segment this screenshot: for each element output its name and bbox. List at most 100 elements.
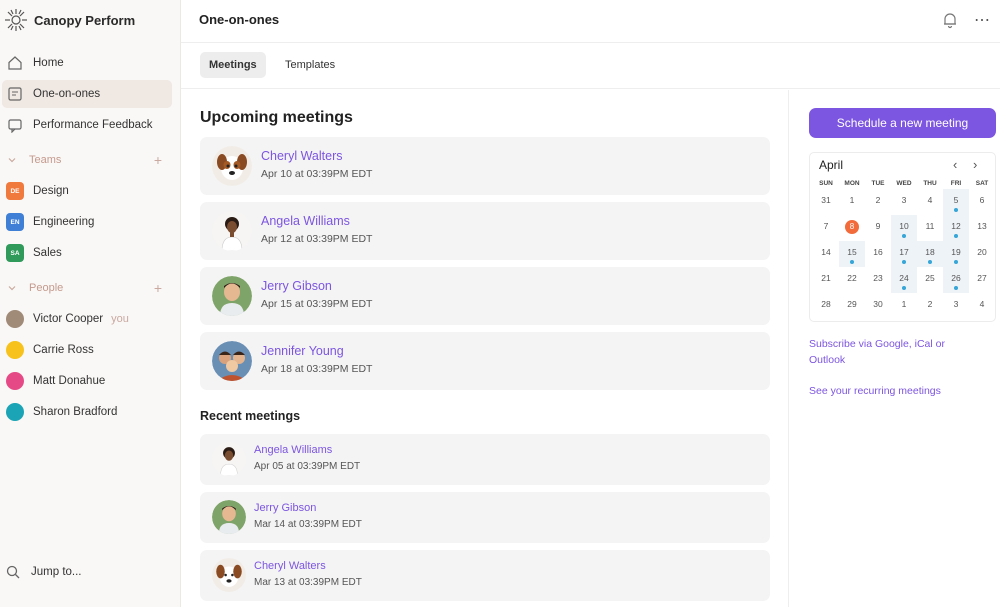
meeting-indicator-dot [928,260,932,264]
calendar-day[interactable]: 1 [891,293,917,319]
calendar-day[interactable]: 12 [943,215,969,241]
calendar-day[interactable]: 13 [969,215,995,241]
canopy-logo-icon [5,9,27,31]
calendar-day[interactable]: 22 [839,267,865,293]
calendar-day[interactable]: 3 [891,189,917,215]
meeting-indicator-dot [954,234,958,238]
calendar-day[interactable]: 30 [865,293,891,319]
jump-to-button[interactable]: Jump to... [4,560,82,584]
tab-templates[interactable]: Templates [276,52,344,78]
meeting-card[interactable]: Angela Williams Apr 12 at 03:39PM EDT [200,202,770,260]
sidebar-item-team-design[interactable]: DE Design [2,177,172,205]
calendar-day[interactable]: 29 [839,293,865,319]
calendar-day[interactable]: 3 [943,293,969,319]
calendar-day[interactable]: 18 [917,241,943,267]
team-badge: DE [6,182,24,200]
calendar-day[interactable]: 23 [865,267,891,293]
sidebar-item-team-engineering[interactable]: EN Engineering [2,208,172,236]
avatar [6,403,24,421]
brand[interactable]: Canopy Perform [4,8,135,32]
calendar-day[interactable]: 20 [969,241,995,267]
sidebar-item-home[interactable]: Home [2,49,172,77]
meeting-person-name[interactable]: Jerry Gibson [254,502,316,514]
calendar-day[interactable]: 11 [917,215,943,241]
avatar [212,341,252,381]
jump-to-label: Jump to... [31,566,82,578]
sidebar-item-person[interactable]: Sharon Bradford [2,398,172,426]
calendar-day[interactable]: 15 [839,241,865,267]
avatar [6,341,24,359]
calendar-weekday-label: THU [923,180,937,187]
right-panel: Schedule a new meeting April ‹ › SUN MON T… [790,90,1000,607]
meeting-indicator-dot [954,286,958,290]
you-tag: you [111,313,129,325]
add-team-icon[interactable]: + [154,151,162,169]
schedule-meeting-button[interactable]: Schedule a new meeting [809,108,996,138]
meeting-indicator-dot [850,260,854,264]
calendar-day[interactable]: 1 [839,189,865,215]
calendar-day[interactable]: 2 [917,293,943,319]
sidebar-item-one-on-ones[interactable]: One-on-ones [2,80,172,108]
chevron-down-icon [6,154,18,166]
calendar-day[interactable]: 17 [891,241,917,267]
calendar-next-icon[interactable]: › [973,157,977,172]
meeting-indicator-dot [954,208,958,212]
calendar-day[interactable]: 6 [969,189,995,215]
teams-section-header[interactable]: Teams + [6,151,162,169]
calendar-day[interactable]: 7 [813,215,839,241]
tab-meetings[interactable]: Meetings [200,52,266,78]
avatar [212,442,246,476]
meeting-card[interactable]: Jerry Gibson Apr 15 at 03:39PM EDT [200,267,770,325]
upcoming-meetings-heading: Upcoming meetings [200,109,353,126]
calendar-day[interactable]: 21 [813,267,839,293]
recurring-meetings-link[interactable]: See your recurring meetings [809,383,979,399]
sidebar-item-person[interactable]: Victor Cooper you [2,305,172,333]
meeting-person-name[interactable]: Jerry Gibson [261,279,332,293]
meeting-person-name[interactable]: Jennifer Young [261,344,344,358]
calendar-day[interactable]: 8 [839,215,865,241]
calendar-day[interactable]: 26 [943,267,969,293]
calendar-day[interactable]: 4 [917,189,943,215]
calendar-day[interactable]: 19 [943,241,969,267]
sidebar-item-performance-feedback[interactable]: Performance Feedback [2,111,172,139]
meeting-card[interactable]: Cheryl Walters Apr 10 at 03:39PM EDT [200,137,770,195]
calendar-day[interactable]: 5 [943,189,969,215]
avatar [212,276,252,316]
sidebar-item-label: Performance Feedback [33,119,153,131]
person-label: Victor Cooper [33,313,104,325]
meeting-card[interactable]: Jennifer Young Apr 18 at 03:39PM EDT [200,332,770,390]
top-header: One-on-ones ⋯ [181,0,1000,43]
meeting-card[interactable]: Angela Williams Apr 05 at 03:39PM EDT [200,434,770,485]
meeting-indicator-dot [954,260,958,264]
more-options-icon[interactable]: ⋯ [974,10,990,30]
meeting-person-name[interactable]: Angela Williams [261,214,350,228]
subscribe-calendar-link[interactable]: Subscribe via Google, iCal or Outlook [809,336,979,368]
sidebar-item-person[interactable]: Matt Donahue [2,367,172,395]
meeting-card[interactable]: Cheryl Walters Mar 13 at 03:39PM EDT [200,550,770,601]
meeting-card[interactable]: Jerry Gibson Mar 14 at 03:39PM EDT [200,492,770,543]
calendar-day[interactable]: 25 [917,267,943,293]
calendar-day[interactable]: 14 [813,241,839,267]
sidebar-item-person[interactable]: Carrie Ross [2,336,172,364]
calendar-day[interactable]: 31 [813,189,839,215]
calendar-day[interactable]: 9 [865,215,891,241]
calendar-day[interactable]: 10 [891,215,917,241]
avatar [212,211,252,251]
calendar-prev-icon[interactable]: ‹ [953,157,957,172]
calendar-day[interactable]: 4 [969,293,995,319]
calendar-day[interactable]: 28 [813,293,839,319]
calendar-day[interactable]: 27 [969,267,995,293]
tab-bar: Meetings Templates [181,44,1000,89]
meeting-person-name[interactable]: Cheryl Walters [254,560,326,572]
calendar-day[interactable]: 16 [865,241,891,267]
add-person-icon[interactable]: + [154,279,162,297]
meeting-indicator-dot [902,260,906,264]
calendar-day[interactable]: 24 [891,267,917,293]
people-section-header[interactable]: People + [6,279,162,297]
main-content: Upcoming meetings Cheryl Walters Apr 10 … [181,90,789,607]
calendar-day[interactable]: 2 [865,189,891,215]
bell-icon[interactable] [941,11,959,29]
sidebar-item-team-sales[interactable]: SA Sales [2,239,172,267]
meeting-person-name[interactable]: Cheryl Walters [261,149,343,163]
meeting-person-name[interactable]: Angela Williams [254,444,332,456]
